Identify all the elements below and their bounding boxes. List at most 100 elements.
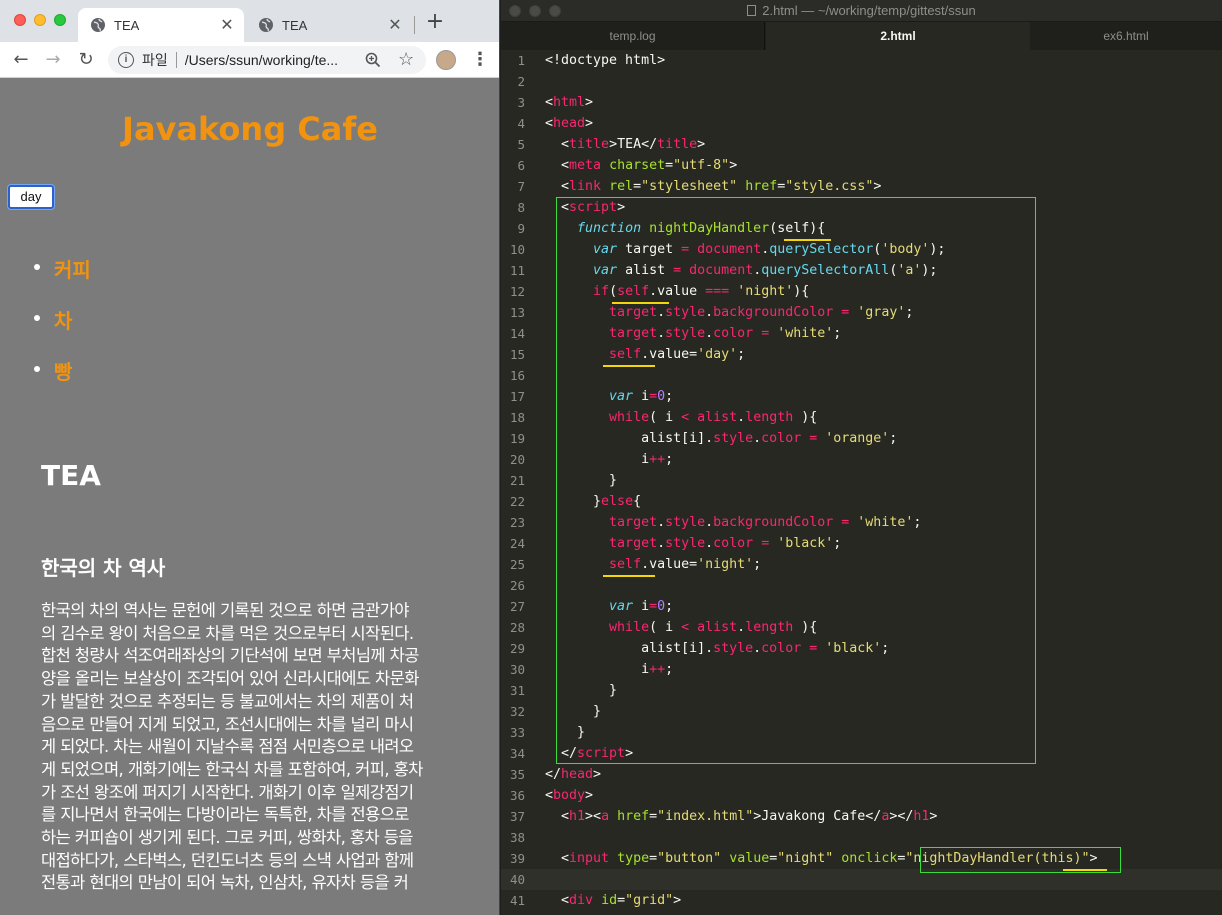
code-token: "index.html" — [657, 809, 754, 824]
line-number: 22 — [509, 494, 525, 509]
reload-icon[interactable]: ↻ — [74, 48, 98, 72]
code-token: >Javakong Cafe</ — [753, 809, 882, 824]
code-text: <meta charset="utf-8"> — [545, 155, 737, 176]
code-token: head — [561, 767, 594, 782]
line-number: 10 — [509, 242, 525, 257]
editor-tab-bar: temp.log 2.html ex6.html — [501, 22, 1222, 50]
code-token: "grid" — [625, 893, 674, 908]
code-token: title — [657, 137, 698, 152]
code-line[interactable]: 38 — [501, 827, 1222, 848]
code-token: head — [553, 116, 586, 131]
info-icon[interactable]: i — [118, 52, 134, 68]
code-text: <html> — [545, 92, 593, 113]
code-line[interactable]: 4 <head> — [501, 113, 1222, 134]
bookmark-star-icon[interactable]: ☆ — [398, 49, 414, 70]
back-arrow-icon[interactable]: ← — [9, 48, 33, 72]
script-highlight-box — [556, 197, 1036, 764]
line-number: 31 — [509, 683, 525, 698]
code-token: < — [545, 95, 554, 110]
tab-title: TEA — [114, 17, 140, 33]
code-token: h1 — [569, 809, 586, 824]
browser-tab[interactable]: TEA ✕ — [246, 8, 412, 42]
code-token: > — [673, 893, 682, 908]
code-text: <h1><a href="index.html">Javakong Cafe</… — [545, 806, 937, 827]
code-token: value — [729, 851, 770, 866]
profile-avatar[interactable] — [436, 50, 456, 70]
article-text: 한국의 차의 역사는 문헌에 기록된 것으로 하면 금관가야 의 김수로 왕이 처… — [41, 600, 489, 895]
code-token: href — [617, 809, 650, 824]
close-tab-icon[interactable]: ✕ — [386, 15, 404, 35]
article-line: 하는 커피숍이 생기게 된다. 그로 커피, 쌍화차, 홍차 등을 — [41, 828, 413, 848]
line-number: 21 — [509, 473, 525, 488]
url-text[interactable]: /Users/ssun/working/te... — [185, 52, 338, 68]
editor-tab-ex6-html[interactable]: ex6.html — [1030, 22, 1222, 50]
line-number: 38 — [509, 830, 525, 845]
line-number: 37 — [509, 809, 525, 824]
code-token: < — [545, 893, 570, 908]
code-token: meta — [569, 158, 602, 173]
window-close-button[interactable] — [14, 14, 26, 26]
nav-item-tea[interactable]: 차 — [34, 305, 91, 356]
code-token: div — [569, 893, 594, 908]
article-line: 게 되었다. 차는 새월이 지날수록 점점 서민층으로 내려오 — [41, 737, 414, 757]
code-line[interactable]: 35 </head> — [501, 764, 1222, 785]
screen: TEA ✕ TEA ✕ + ← → ↻ i 파일 /Users/ssun/wor… — [0, 0, 1222, 915]
forward-arrow-icon[interactable]: → — [41, 48, 65, 72]
nav-link[interactable]: 커피 — [54, 258, 91, 282]
code-line[interactable]: 37 <h1><a href="index.html">Javakong Caf… — [501, 806, 1222, 827]
tab-separator — [414, 16, 415, 34]
editor-tab-temp-log[interactable]: temp.log — [501, 22, 765, 50]
editor-title-text: 2.html — ~/working/temp/gittest/ssun — [762, 3, 976, 18]
code-token: > — [585, 788, 594, 803]
code-line[interactable]: 36 <body> — [501, 785, 1222, 806]
site-title-link[interactable]: Javakong Cafe — [0, 110, 499, 148]
nav-link[interactable]: 차 — [54, 309, 72, 333]
code-token: href — [745, 179, 778, 194]
line-number: 29 — [509, 641, 525, 656]
line-number: 1 — [517, 53, 525, 68]
browser-tab-bar: TEA ✕ TEA ✕ + — [0, 0, 499, 42]
editor-titlebar: 2.html — ~/working/temp/gittest/ssun — [501, 0, 1222, 22]
code-line[interactable]: 7 <link rel="stylesheet" href="style.css… — [501, 176, 1222, 197]
code-token: >< — [585, 809, 602, 824]
code-token: > — [697, 137, 706, 152]
nav-item-bread[interactable]: 빵 — [34, 356, 91, 407]
code-token: html — [553, 95, 586, 110]
line-number: 30 — [509, 662, 525, 677]
close-tab-icon[interactable]: ✕ — [218, 15, 236, 35]
section-heading: 한국의 차 역사 — [41, 556, 166, 580]
zoom-icon[interactable] — [364, 51, 382, 69]
code-line[interactable]: 41 <div id="grid"> — [501, 890, 1222, 911]
code-line[interactable]: 1 <!doctype html> — [501, 50, 1222, 71]
code-token: "button" — [657, 851, 722, 866]
code-token: "utf-8" — [673, 158, 730, 173]
line-number: 19 — [509, 431, 525, 446]
new-tab-button[interactable]: + — [424, 11, 446, 34]
line-number: 41 — [509, 893, 525, 908]
code-token: = — [617, 893, 626, 908]
day-night-toggle-button[interactable]: day — [8, 185, 54, 209]
code-line[interactable]: 3 <html> — [501, 92, 1222, 113]
address-bar[interactable]: i 파일 /Users/ssun/working/te... ☆ — [108, 46, 426, 74]
code-line[interactable]: 5 <title>TEA</title> — [501, 134, 1222, 155]
code-token: input — [569, 851, 610, 866]
code-token: "style.css" — [785, 179, 874, 194]
code-text: <body> — [545, 785, 593, 806]
line-number: 23 — [509, 515, 525, 530]
code-line[interactable]: 2 — [501, 71, 1222, 92]
browser-tab-active[interactable]: TEA ✕ — [78, 8, 244, 42]
code-token: > — [585, 95, 594, 110]
window-maximize-button[interactable] — [54, 14, 66, 26]
nav-link[interactable]: 빵 — [54, 360, 72, 384]
code-token: h1 — [913, 809, 930, 824]
editor-tab-2-html[interactable]: 2.html — [766, 22, 1030, 50]
address-divider — [175, 52, 177, 68]
menu-kebab-icon[interactable]: ⋮ — [470, 50, 490, 70]
code-line[interactable]: 6 <meta charset="utf-8"> — [501, 155, 1222, 176]
nav-item-coffee[interactable]: 커피 — [34, 254, 91, 305]
line-number: 26 — [509, 578, 525, 593]
window-minimize-button[interactable] — [34, 14, 46, 26]
article-line: 가 조선 왕조에 퍼지기 시작한다. 개화기 이후 일제강점기 — [41, 782, 414, 802]
